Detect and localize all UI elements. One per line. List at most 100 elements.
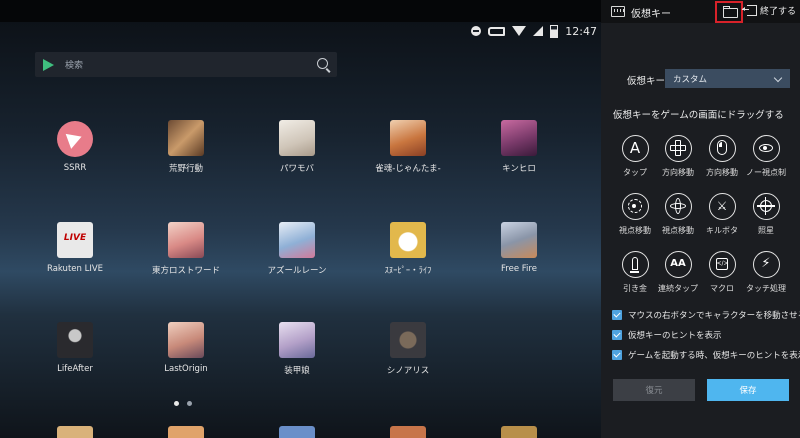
status-clock: 12:47 bbox=[565, 24, 597, 38]
app-pawamoba[interactable]: パワモバ bbox=[252, 120, 342, 174]
bullet-icon bbox=[621, 251, 649, 278]
crossed-swords-icon: ⚔ bbox=[708, 193, 736, 220]
key-type-dropdown[interactable]: カスタム bbox=[665, 69, 790, 88]
lastorigin-app-icon bbox=[168, 322, 204, 358]
app-label: シノアリス bbox=[386, 366, 430, 376]
app-touhou-lostword[interactable]: 東方ロストワード bbox=[141, 222, 231, 276]
panel-header: 仮想キー 終了する bbox=[601, 0, 800, 23]
battery-icon bbox=[550, 24, 559, 38]
app-lifeafter[interactable]: LifeAfter bbox=[30, 322, 120, 374]
checkbox-checked[interactable] bbox=[612, 330, 622, 340]
app-rakuten-live[interactable]: LIVE Rakuten LIVE bbox=[30, 222, 120, 274]
app-free-fire[interactable]: Free Fire bbox=[474, 222, 564, 274]
exit-label: 終了する bbox=[760, 7, 797, 17]
option-label: ゲームを起動する時、仮想キーのヒントを表示 bbox=[628, 351, 800, 361]
option-label: マウスの右ボタンでキャラクターを移動させる bbox=[628, 311, 800, 321]
play-store-search-bar[interactable]: 検索 bbox=[35, 52, 337, 77]
app-label: LastOrigin bbox=[164, 364, 208, 374]
app-icon-peek[interactable] bbox=[57, 426, 93, 438]
app-kinhiro[interactable]: キンヒロ bbox=[474, 120, 564, 174]
key-label: 方向移動 bbox=[662, 168, 694, 177]
key-label: ノー視点制 bbox=[746, 168, 786, 177]
joystick-icon bbox=[664, 193, 692, 220]
key-repeat-tap[interactable]: AA 連続タップ bbox=[653, 251, 703, 294]
app-sinoalice[interactable]: シノアリス bbox=[363, 322, 453, 376]
jantama-app-icon bbox=[390, 120, 426, 156]
app-lastorigin[interactable]: LastOrigin bbox=[141, 322, 231, 374]
vpn-key-icon bbox=[488, 26, 506, 36]
key-direction-mouse[interactable]: 方向移動 bbox=[697, 135, 747, 178]
search-icon[interactable] bbox=[317, 58, 328, 69]
key-label: 方向移動 bbox=[706, 168, 738, 177]
app-azur-lane[interactable]: アズールレーン bbox=[252, 222, 342, 276]
option-right-click-move[interactable]: マウスの右ボタンでキャラクターを移動させる bbox=[612, 309, 800, 321]
play-store-icon bbox=[43, 58, 54, 71]
app-label: 東方ロストワード bbox=[151, 266, 220, 276]
lightning-icon: ⚡ bbox=[752, 251, 780, 278]
app-label: 荒野行動 bbox=[168, 164, 203, 174]
soukou-musume-app-icon bbox=[279, 322, 315, 358]
app-kouya-koudou[interactable]: 荒野行動 bbox=[141, 120, 231, 174]
page-dot-active bbox=[174, 401, 179, 406]
key-direction-dpad[interactable]: 方向移動 bbox=[653, 135, 703, 178]
app-label: キンヒロ bbox=[502, 164, 536, 174]
panel-title: 仮想キー bbox=[631, 9, 671, 20]
key-kill-button[interactable]: ⚔ キルボタ bbox=[697, 193, 747, 236]
drag-instruction: 仮想キーをゲームの画面にドラッグする bbox=[613, 110, 784, 121]
azur-lane-app-icon bbox=[279, 222, 315, 258]
key-touch-process[interactable]: ⚡ タッチ処理 bbox=[741, 251, 791, 294]
ssrr-app-icon bbox=[57, 121, 93, 157]
key-label: キルボタ bbox=[706, 226, 738, 235]
option-show-hints[interactable]: 仮想キーのヒントを表示 bbox=[612, 329, 722, 341]
restore-button[interactable]: 復元 bbox=[613, 379, 695, 401]
option-label: 仮想キーのヒントを表示 bbox=[628, 331, 722, 341]
app-label: Free Fire bbox=[501, 264, 537, 274]
key-view-joystick[interactable]: 視点移動 bbox=[653, 193, 703, 236]
app-label: パワモバ bbox=[279, 164, 314, 174]
kouya-koudou-app-icon bbox=[168, 120, 204, 156]
wifi-icon bbox=[512, 26, 527, 36]
app-icon-peek[interactable] bbox=[390, 426, 426, 438]
key-type-value: カスタム bbox=[673, 74, 708, 85]
key-label: 視点移動 bbox=[662, 226, 694, 235]
option-show-hints-on-launch[interactable]: ゲームを起動する時、仮想キーのヒントを表示 bbox=[612, 349, 800, 361]
open-folder-button[interactable] bbox=[715, 1, 743, 23]
next-app-row-peek bbox=[0, 426, 601, 438]
app-snoopy-life[interactable]: ｽﾇｰﾋﾟｰ・ﾗｲﾌ bbox=[363, 222, 453, 276]
emulator-top-strip bbox=[0, 0, 601, 22]
rakuten-live-app-icon: LIVE bbox=[57, 222, 93, 258]
keyboard-icon bbox=[611, 6, 625, 17]
app-jantama[interactable]: 雀魂-じゃんたま- bbox=[363, 120, 453, 174]
app-icon-peek[interactable] bbox=[168, 426, 204, 438]
lifeafter-app-icon bbox=[57, 322, 93, 358]
snoopy-life-app-icon bbox=[390, 222, 426, 258]
app-icon-peek[interactable] bbox=[279, 426, 315, 438]
app-label: 装甲娘 bbox=[284, 366, 310, 376]
virtual-key-panel: 仮想キー 終了する 仮想キー カスタム 仮想キーをゲームの画面にドラッグする A… bbox=[601, 0, 800, 438]
exit-button[interactable]: 終了する bbox=[742, 4, 797, 17]
key-sight[interactable]: 照星 bbox=[741, 193, 791, 236]
key-label: マクロ bbox=[710, 284, 734, 293]
app-label: アズールレーン bbox=[267, 266, 327, 276]
app-label: ｽﾇｰﾋﾟｰ・ﾗｲﾌ bbox=[384, 266, 432, 276]
app-label: LifeAfter bbox=[57, 364, 93, 374]
app-soukou-musume[interactable]: 装甲娘 bbox=[252, 322, 342, 376]
exit-icon bbox=[742, 5, 757, 16]
key-label: タッチ処理 bbox=[746, 284, 786, 293]
eye-icon bbox=[752, 135, 780, 162]
android-status-bar: 12:47 bbox=[471, 22, 597, 40]
pawamoba-app-icon bbox=[279, 120, 315, 156]
key-free-look[interactable]: ノー視点制 bbox=[741, 135, 791, 178]
touhou-lostword-app-icon bbox=[168, 222, 204, 258]
app-ssrr[interactable]: SSRR bbox=[30, 121, 120, 173]
folder-icon bbox=[723, 6, 738, 18]
save-button[interactable]: 保存 bbox=[707, 379, 789, 401]
search-placeholder: 検索 bbox=[65, 61, 84, 71]
app-icon-peek[interactable] bbox=[501, 426, 537, 438]
rakuten-live-logo-text: LIVE bbox=[63, 233, 87, 243]
key-macro[interactable]: </> マクロ bbox=[697, 251, 747, 294]
macro-icon: </> bbox=[708, 251, 736, 278]
checkbox-checked[interactable] bbox=[612, 310, 622, 320]
checkbox-checked[interactable] bbox=[612, 350, 622, 360]
signal-icon bbox=[533, 26, 544, 36]
